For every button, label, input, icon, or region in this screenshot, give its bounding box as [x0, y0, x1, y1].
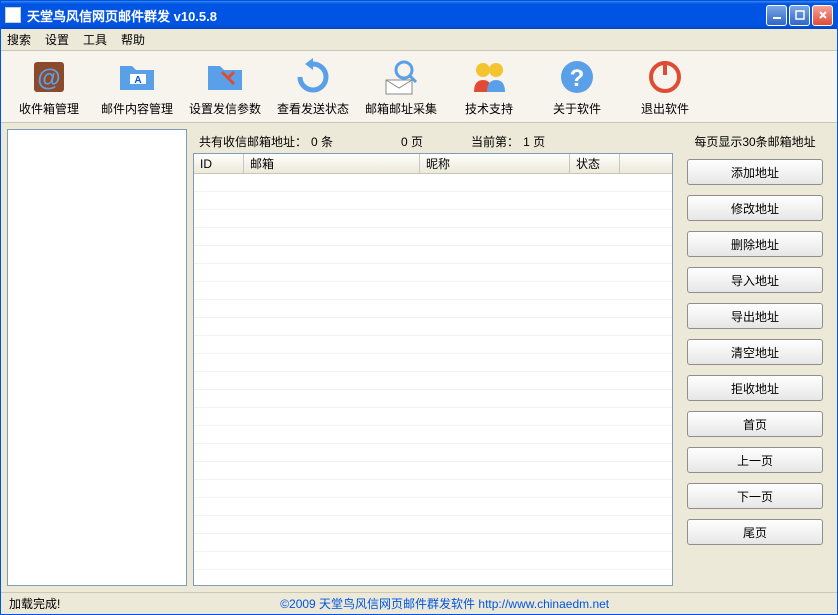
left-tree-pane[interactable]: [7, 129, 187, 586]
toolbar-label: 邮箱邮址采集: [365, 100, 437, 117]
close-button[interactable]: [812, 5, 833, 26]
titlebar: 天堂鸟风信网页邮件群发 v10.5.8: [1, 1, 837, 29]
svg-text:@: @: [37, 65, 60, 92]
search-mail-icon: [380, 56, 422, 98]
content-mgmt-button[interactable]: A 邮件内容管理: [93, 53, 181, 120]
status-text: 加载完成!: [9, 595, 60, 612]
exit-button[interactable]: 退出软件: [621, 53, 709, 120]
copyright-text: ©2009 天堂鸟风信网页邮件群发软件 http://www.chinaedm.…: [60, 595, 829, 612]
table-body[interactable]: [194, 174, 672, 585]
col-spacer: [620, 154, 672, 173]
toolbar-label: 收件箱管理: [19, 100, 79, 117]
power-icon: [644, 56, 686, 98]
delete-address-button[interactable]: 删除地址: [687, 231, 823, 257]
current-page: 1 页: [523, 133, 545, 150]
app-icon: [5, 7, 21, 23]
col-email[interactable]: 邮箱: [244, 154, 420, 173]
toolbar-label: 邮件内容管理: [101, 100, 173, 117]
menu-tools[interactable]: 工具: [83, 31, 107, 48]
menubar: 搜索 设置 工具 帮助: [1, 29, 837, 51]
col-status[interactable]: 状态: [570, 154, 620, 173]
edit-address-button[interactable]: 修改地址: [687, 195, 823, 221]
first-page-button[interactable]: 首页: [687, 411, 823, 437]
pages-count: 0 页: [401, 133, 423, 150]
last-page-button[interactable]: 尾页: [687, 519, 823, 545]
maximize-button[interactable]: [789, 5, 810, 26]
prev-page-button[interactable]: 上一页: [687, 447, 823, 473]
app-window: 天堂鸟风信网页邮件群发 v10.5.8 搜索 设置 工具 帮助 @ 收件箱管理 …: [0, 0, 838, 615]
folder-edit-icon: A: [116, 56, 158, 98]
statusbar: 加载完成! ©2009 天堂鸟风信网页邮件群发软件 http://www.chi…: [1, 592, 837, 614]
folder-settings-icon: [204, 56, 246, 98]
content-area: 共有收信邮箱地址： 0 条 0 页 当前第： 1 页 ID 邮箱 昵称 状态: [1, 123, 837, 592]
about-button[interactable]: ? 关于软件: [533, 53, 621, 120]
action-buttons: 添加地址 修改地址 删除地址 导入地址 导出地址 清空地址 拒收地址 首页 上一…: [679, 153, 831, 586]
right-pane: 每页显示30条邮箱地址 添加地址 修改地址 删除地址 导入地址 导出地址 清空地…: [679, 129, 831, 586]
add-address-button[interactable]: 添加地址: [687, 159, 823, 185]
toolbar-label: 退出软件: [641, 100, 689, 117]
people-icon: [468, 56, 510, 98]
svg-text:?: ?: [570, 65, 585, 92]
inbox-mgmt-button[interactable]: @ 收件箱管理: [5, 53, 93, 120]
menu-settings[interactable]: 设置: [45, 31, 69, 48]
menu-search[interactable]: 搜索: [7, 31, 31, 48]
per-page-info: 每页显示30条邮箱地址: [679, 129, 831, 153]
send-status-button[interactable]: 查看发送状态: [269, 53, 357, 120]
clear-address-button[interactable]: 清空地址: [687, 339, 823, 365]
help-icon: ?: [556, 56, 598, 98]
total-count: 0 条: [311, 133, 333, 150]
address-book-icon: @: [28, 56, 70, 98]
window-title: 天堂鸟风信网页邮件群发 v10.5.8: [27, 6, 764, 25]
menu-help[interactable]: 帮助: [121, 31, 145, 48]
toolbar-label: 查看发送状态: [277, 100, 349, 117]
col-nick[interactable]: 昵称: [420, 154, 570, 173]
refresh-icon: [292, 56, 334, 98]
col-id[interactable]: ID: [194, 154, 244, 173]
send-params-button[interactable]: 设置发信参数: [181, 53, 269, 120]
minimize-button[interactable]: [766, 5, 787, 26]
toolbar-label: 设置发信参数: [189, 100, 261, 117]
toolbar: @ 收件箱管理 A 邮件内容管理 设置发信参数 查看发送状态 邮箱邮址采集 技术…: [1, 51, 837, 123]
toolbar-label: 关于软件: [553, 100, 601, 117]
current-label: 当前第：: [471, 133, 519, 150]
stats-bar: 共有收信邮箱地址： 0 条 0 页 当前第： 1 页: [193, 129, 673, 153]
addr-collect-button[interactable]: 邮箱邮址采集: [357, 53, 445, 120]
svg-text:A: A: [134, 75, 141, 86]
next-page-button[interactable]: 下一页: [687, 483, 823, 509]
toolbar-label: 技术支持: [465, 100, 513, 117]
import-address-button[interactable]: 导入地址: [687, 267, 823, 293]
email-table: ID 邮箱 昵称 状态: [193, 153, 673, 586]
total-label: 共有收信邮箱地址：: [199, 133, 307, 150]
export-address-button[interactable]: 导出地址: [687, 303, 823, 329]
table-header: ID 邮箱 昵称 状态: [194, 154, 672, 174]
center-pane: 共有收信邮箱地址： 0 条 0 页 当前第： 1 页 ID 邮箱 昵称 状态: [193, 129, 673, 586]
reject-address-button[interactable]: 拒收地址: [687, 375, 823, 401]
tech-support-button[interactable]: 技术支持: [445, 53, 533, 120]
